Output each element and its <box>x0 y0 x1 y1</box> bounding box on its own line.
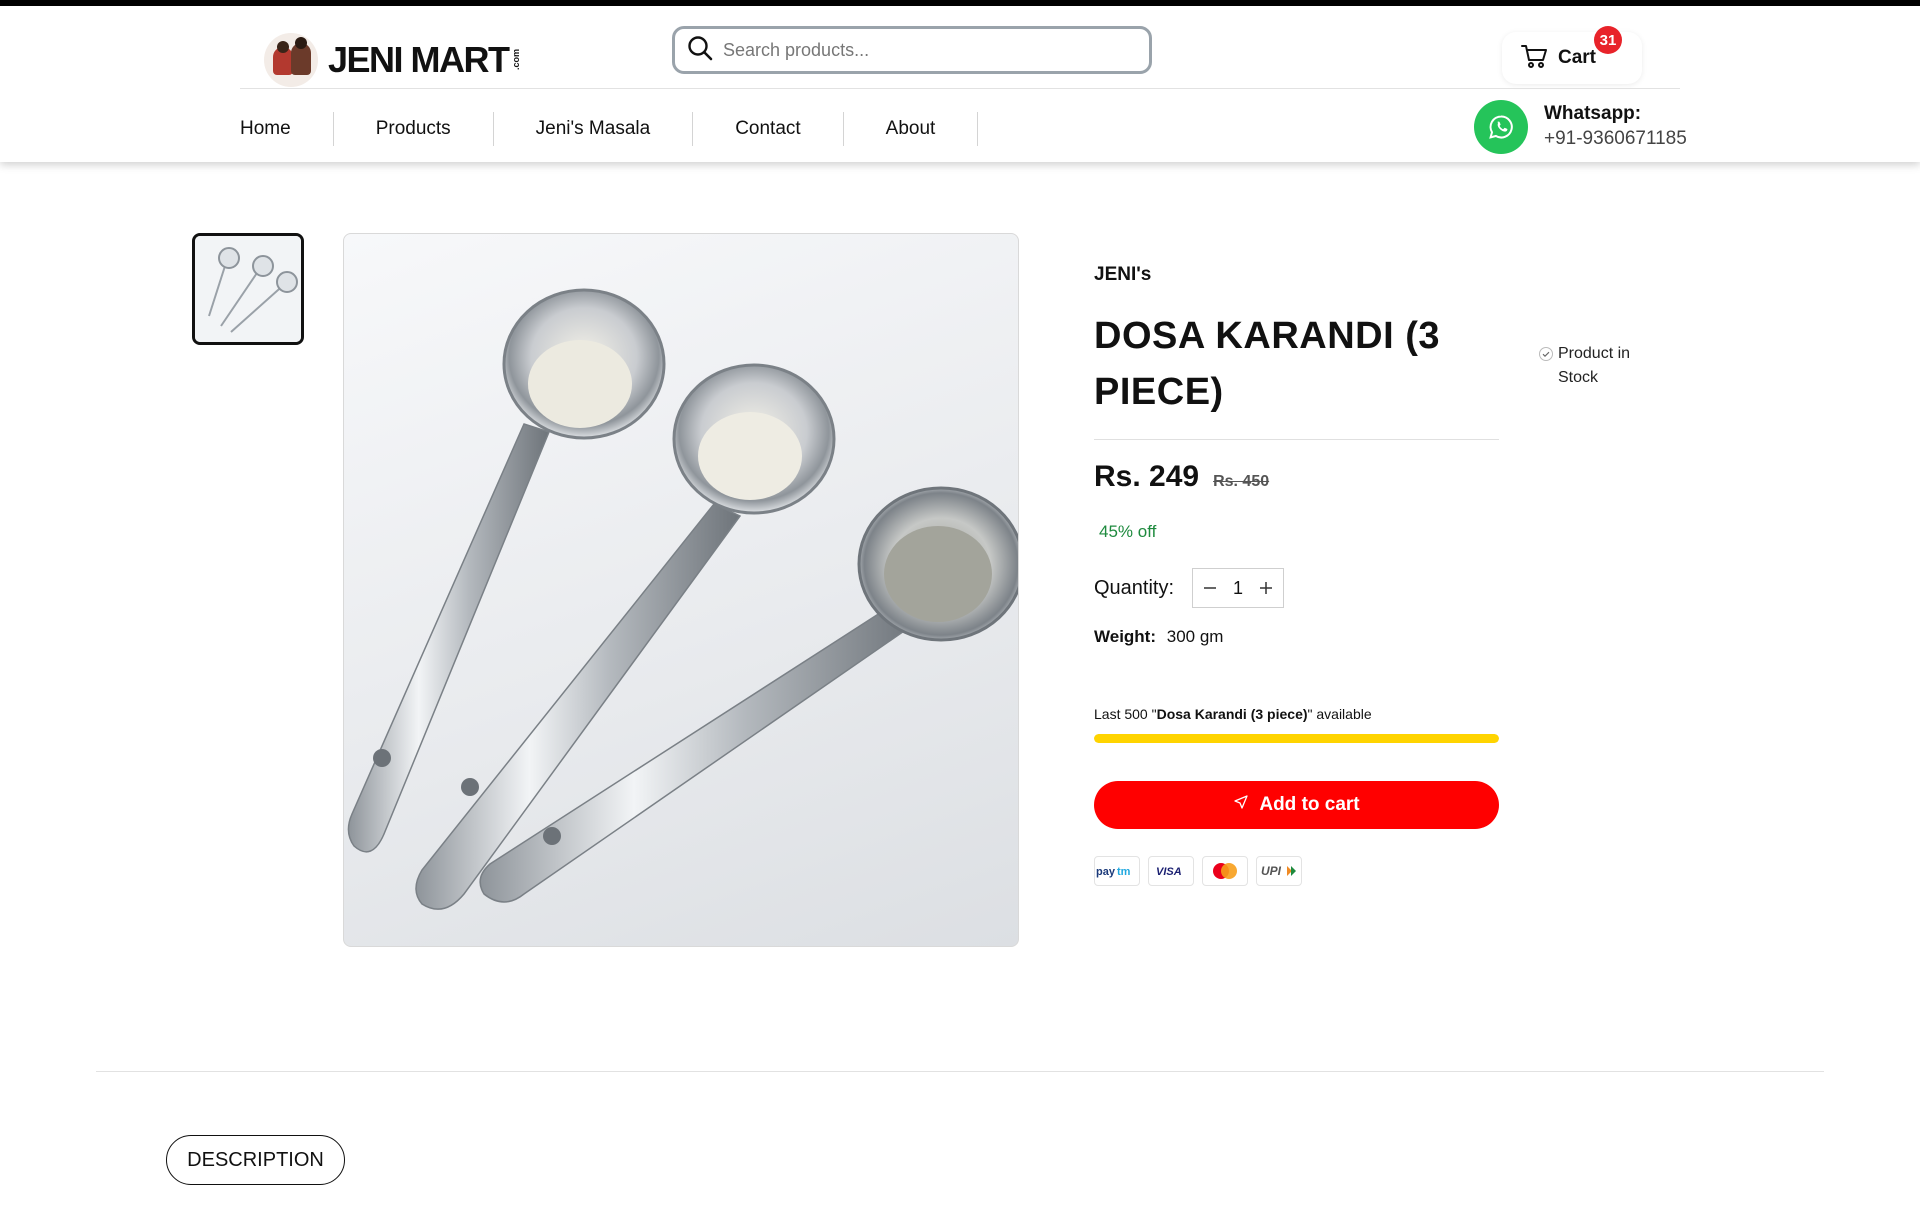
main-nav: Home Products Jeni's Masala Contact Abou… <box>240 109 979 149</box>
svg-text:UPI: UPI <box>1261 864 1282 878</box>
product-main-image[interactable] <box>343 233 1019 947</box>
header-divider <box>240 88 1680 89</box>
quantity-label: Quantity: <box>1094 576 1175 599</box>
product-brand: JENI's <box>1094 264 1152 285</box>
stock-progress-bar <box>1094 734 1499 743</box>
logo-suffix: .com <box>510 49 521 71</box>
search-bar[interactable] <box>672 26 1152 74</box>
original-price: Rs. 450 <box>1213 473 1270 490</box>
availability-prefix: Last 500 " <box>1094 706 1157 722</box>
add-to-cart-label: Add to cart <box>1259 794 1360 815</box>
cart-label: Cart <box>1558 47 1597 68</box>
weight-value: 300 gm <box>1166 627 1224 646</box>
availability-suffix: " available <box>1307 706 1372 722</box>
svg-text:tm: tm <box>1117 866 1131 878</box>
stock-status-text: Product in Stock <box>1558 345 1631 386</box>
cart-icon <box>1520 43 1548 74</box>
visa-logo: VISA <box>1148 856 1194 886</box>
site-header: JENI MART .com Cart 31 Home Products Jen… <box>0 6 1920 162</box>
search-icon[interactable] <box>687 35 713 66</box>
logo-text: JENI MART <box>328 39 510 80</box>
nav-item-contact[interactable]: Contact <box>693 112 844 146</box>
sale-price: Rs. 249 <box>1094 460 1200 493</box>
product-title: DOSA KARANDI (3 PIECE) <box>1094 315 1440 413</box>
stock-status: Product in Stock <box>1538 342 1668 390</box>
product-thumbnail[interactable] <box>192 233 304 345</box>
quantity-stepper[interactable]: 1 <box>1192 568 1285 608</box>
weight-label: Weight: <box>1094 627 1157 646</box>
cart-count-badge: 31 <box>1594 26 1622 54</box>
paytm-logo: pay tm <box>1094 856 1140 886</box>
svg-text:pay: pay <box>1096 866 1116 878</box>
decrease-quantity-button[interactable] <box>1201 575 1219 601</box>
increase-quantity-button[interactable] <box>1257 575 1275 601</box>
stock-progress-fill <box>1094 734 1499 743</box>
cart-button[interactable]: Cart 31 <box>1502 26 1642 84</box>
whatsapp-number[interactable]: +91-9360671185 <box>1544 127 1687 152</box>
nav-item-about[interactable]: About <box>844 112 979 146</box>
availability-product-name: Dosa Karandi (3 piece) <box>1156 706 1308 722</box>
nav-item-jenis-masala[interactable]: Jeni's Masala <box>494 112 694 146</box>
upi-logo: UPI <box>1256 856 1302 886</box>
nav-item-products[interactable]: Products <box>334 112 494 146</box>
weight-row: Weight: 300 gm <box>1094 627 1223 647</box>
whatsapp-icon[interactable] <box>1474 100 1528 154</box>
mastercard-logo <box>1202 856 1248 886</box>
tab-description[interactable]: DESCRIPTION <box>166 1135 345 1185</box>
send-icon <box>1233 794 1259 816</box>
logo[interactable]: JENI MART .com <box>264 32 521 88</box>
nav-item-home[interactable]: Home <box>240 112 334 146</box>
payment-methods: pay tm VISA UPI <box>1094 856 1310 886</box>
quantity-row: Quantity: 1 <box>1094 568 1285 608</box>
price-row: Rs. 249 Rs. 450 <box>1094 460 1269 494</box>
check-circle-icon <box>1538 342 1554 367</box>
search-input[interactable] <box>723 39 1103 61</box>
discount-label: 45% off <box>1099 522 1157 541</box>
logo-image <box>264 33 318 87</box>
quantity-value[interactable]: 1 <box>1233 578 1243 599</box>
title-divider <box>1094 439 1499 440</box>
svg-text:VISA: VISA <box>1156 866 1182 878</box>
availability-text: Last 500 "Dosa Karandi (3 piece)" availa… <box>1094 706 1372 722</box>
whatsapp-contact[interactable]: Whatsapp: +91-9360671185 <box>1474 100 1687 154</box>
add-to-cart-button[interactable]: Add to cart <box>1094 781 1499 829</box>
whatsapp-title: Whatsapp: <box>1544 103 1642 125</box>
section-divider <box>96 1071 1824 1072</box>
